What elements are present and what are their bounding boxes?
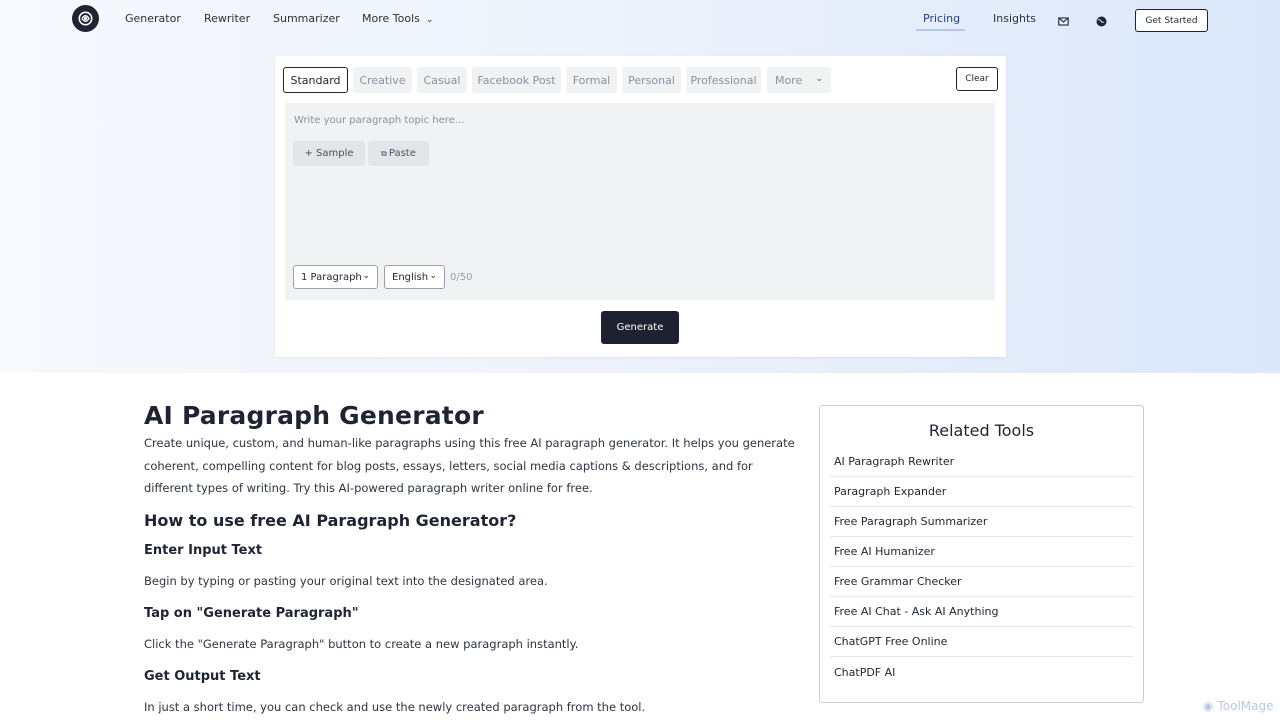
chevron-down-icon: ⌄ bbox=[815, 74, 823, 84]
related-tool-link[interactable]: Free AI Chat - Ask AI Anything bbox=[830, 597, 1133, 627]
related-tool-link[interactable]: ChatPDF AI bbox=[830, 657, 1133, 687]
related-tools-title: Related Tools bbox=[928, 421, 1035, 440]
nav-more-tools[interactable]: More Tools ⌄ bbox=[362, 12, 433, 25]
related-tool-link[interactable]: Free AI Humanizer bbox=[830, 537, 1133, 567]
related-tools-panel: Related Tools AI Paragraph Rewriter Para… bbox=[819, 405, 1144, 703]
how-to-heading: How to use free AI Paragraph Generator? bbox=[144, 511, 517, 530]
tab-standard[interactable]: Standard bbox=[283, 67, 348, 93]
nav-rewriter[interactable]: Rewriter bbox=[204, 12, 250, 25]
nav-summarizer[interactable]: Summarizer bbox=[273, 12, 340, 25]
tab-professional[interactable]: Professional bbox=[686, 67, 761, 93]
top-nav: Generator Rewriter Summarizer More Tools… bbox=[0, 0, 1280, 40]
tab-casual[interactable]: Casual bbox=[417, 67, 467, 93]
related-tool-link[interactable]: Free Grammar Checker bbox=[830, 567, 1133, 597]
tab-more-label: More bbox=[775, 73, 803, 87]
tab-creative[interactable]: Creative bbox=[353, 67, 412, 93]
mail-icon[interactable] bbox=[1058, 12, 1070, 26]
page-title: AI Paragraph Generator bbox=[144, 401, 484, 430]
language-value: English bbox=[392, 271, 429, 283]
generate-button[interactable]: Generate bbox=[601, 311, 679, 344]
chevron-down-icon: ⌄ bbox=[429, 271, 437, 281]
pricing-active-underline bbox=[916, 29, 965, 31]
nav-insights[interactable]: Insights bbox=[993, 12, 1036, 25]
get-started-button[interactable]: Get Started bbox=[1135, 9, 1208, 32]
tab-facebook-post[interactable]: Facebook Post bbox=[472, 67, 561, 93]
tab-formal[interactable]: Formal bbox=[566, 67, 617, 93]
chevron-down-icon: ⌄ bbox=[362, 271, 370, 281]
tab-more-dropdown[interactable]: More ⌄ bbox=[767, 67, 831, 93]
step-3-text: In just a short time, you can check and … bbox=[144, 700, 646, 714]
step-2-title: Tap on "Generate Paragraph" bbox=[144, 606, 359, 621]
step-1-title: Enter Input Text bbox=[144, 543, 263, 558]
nav-more-tools-label: More Tools bbox=[362, 12, 420, 25]
related-tool-link[interactable]: ChatGPT Free Online bbox=[830, 627, 1133, 657]
logo-icon[interactable] bbox=[72, 5, 99, 32]
step-1-text: Begin by typing or pasting your original… bbox=[144, 574, 548, 588]
paragraph-generator-card: Standard Creative Casual Facebook Post F… bbox=[275, 56, 1006, 357]
tab-personal[interactable]: Personal bbox=[622, 67, 681, 93]
intro-paragraph: Create unique, custom, and human-like pa… bbox=[144, 436, 795, 495]
step-2-text: Click the "Generate Paragraph" button to… bbox=[144, 637, 579, 651]
clear-button[interactable]: Clear bbox=[956, 67, 998, 91]
character-counter: 0/50 bbox=[450, 272, 473, 283]
related-tool-link[interactable]: Paragraph Expander bbox=[830, 477, 1133, 507]
watermark-logo-icon: ◉ bbox=[1203, 699, 1214, 713]
paste-label: Paste bbox=[388, 148, 416, 159]
paragraph-count-select[interactable]: 1 Paragraph ⌄ bbox=[293, 265, 378, 289]
paste-button[interactable]: ⧉ Paste bbox=[368, 141, 429, 166]
sample-button[interactable]: + Sample bbox=[293, 141, 365, 166]
clipboard-icon: ⧉ bbox=[381, 148, 387, 158]
related-tool-link[interactable]: AI Paragraph Rewriter bbox=[830, 447, 1133, 477]
nav-pricing[interactable]: Pricing bbox=[923, 12, 960, 25]
chevron-down-icon: ⌄ bbox=[425, 15, 434, 25]
related-tools-list: AI Paragraph Rewriter Paragraph Expander… bbox=[830, 447, 1133, 687]
topic-input[interactable] bbox=[285, 103, 995, 143]
topic-editor: + Sample ⧉ Paste 1 Paragraph ⌄ English ⌄… bbox=[285, 103, 995, 300]
watermark: ◉ ToolMage bbox=[1203, 699, 1274, 713]
paragraph-count-value: 1 Paragraph bbox=[301, 271, 362, 283]
nav-generator[interactable]: Generator bbox=[125, 12, 181, 25]
watermark-text: ToolMage bbox=[1217, 699, 1274, 713]
globe-icon[interactable] bbox=[1096, 12, 1108, 27]
step-3-title: Get Output Text bbox=[144, 669, 261, 684]
language-select[interactable]: English ⌄ bbox=[384, 265, 445, 289]
related-tool-link[interactable]: Free Paragraph Summarizer bbox=[830, 507, 1133, 537]
